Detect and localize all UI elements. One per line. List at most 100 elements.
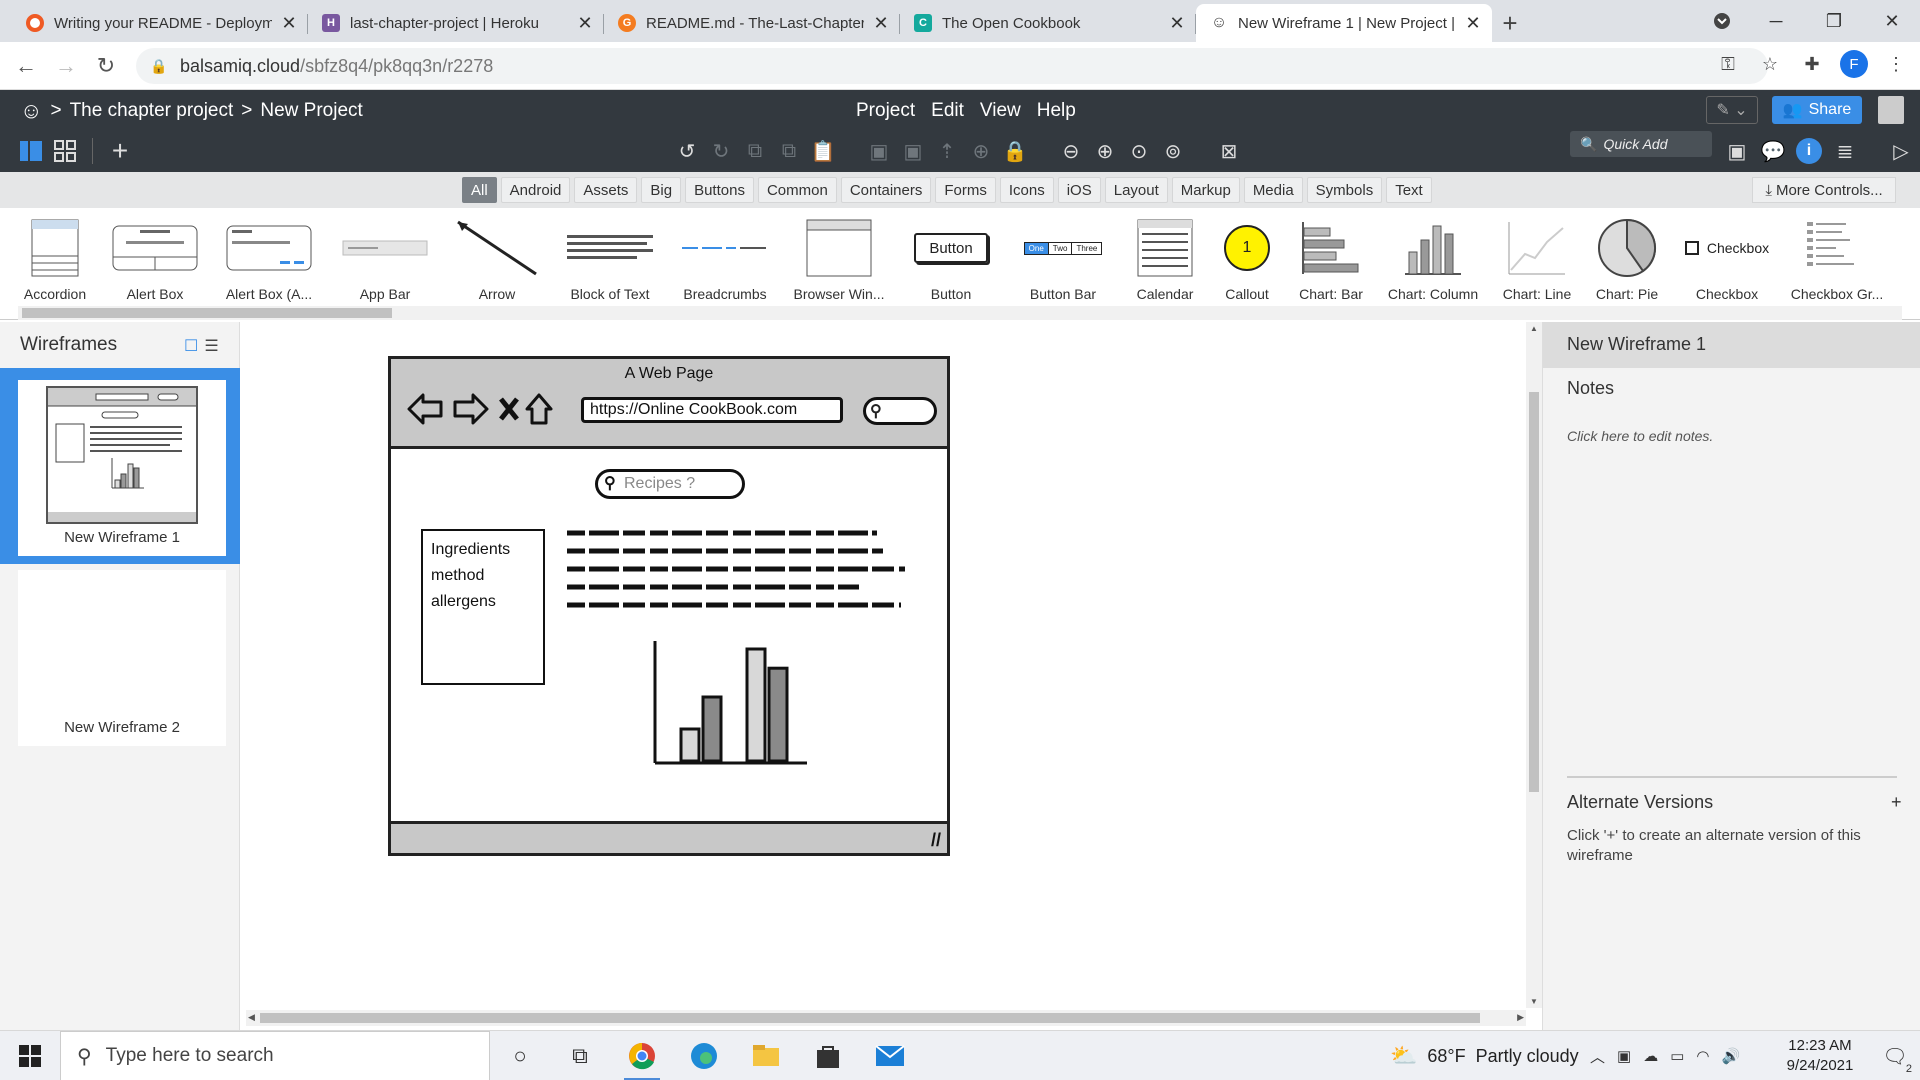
taskbar-clock[interactable]: 12:23 AM 9/24/2021	[1770, 1036, 1870, 1076]
canvas-horizontal-scrollbar[interactable]: ◀ ▶	[246, 1010, 1526, 1026]
library-item-chart-bar[interactable]: Chart: Bar	[1276, 214, 1386, 302]
file-explorer-icon[interactable]	[738, 1031, 794, 1080]
mail-icon[interactable]	[862, 1031, 918, 1080]
browser-tab[interactable]: H last-chapter-project | Heroku ✕	[308, 4, 604, 42]
canvas-vertical-scroll-thumb[interactable]	[1529, 392, 1539, 792]
library-item-accordion[interactable]: Accordion	[0, 214, 110, 302]
group-icon[interactable]: ▣	[866, 138, 892, 164]
library-item-arrow[interactable]: Arrow	[442, 214, 552, 302]
share-button[interactable]: 👥 Share	[1772, 96, 1862, 124]
category-buttons[interactable]: Buttons	[685, 177, 754, 203]
library-item-browser-window[interactable]: Browser Win...	[784, 214, 894, 302]
key-icon[interactable]: ⚿	[1714, 50, 1742, 78]
delete-icon[interactable]: ⊠	[1216, 138, 1242, 164]
category-forms[interactable]: Forms	[935, 177, 996, 203]
wireframe-thumb-2[interactable]: New Wireframe 2	[0, 566, 240, 762]
wifi-icon[interactable]: ◠	[1696, 1047, 1709, 1065]
close-tab-icon[interactable]: ✕	[280, 13, 298, 34]
menu-project[interactable]: Project	[856, 100, 915, 122]
library-item-button-bar[interactable]: One Two Three Button Bar	[1008, 214, 1118, 302]
breadcrumb-page[interactable]: New Project	[260, 100, 362, 122]
category-android[interactable]: Android	[500, 177, 571, 203]
info-icon[interactable]: i	[1796, 138, 1822, 164]
profile-avatar[interactable]: F	[1840, 50, 1868, 78]
browser-tab[interactable]: C The Open Cookbook ✕	[900, 4, 1196, 42]
close-tab-icon[interactable]: ✕	[1464, 13, 1482, 34]
edge-icon[interactable]	[676, 1031, 732, 1080]
library-item-checkbox[interactable]: Checkbox Checkbox	[1672, 214, 1782, 302]
meet-now-icon[interactable]: ▣	[1617, 1047, 1631, 1065]
menu-help[interactable]: Help	[1037, 100, 1076, 122]
bring-front-icon[interactable]: ⇡	[934, 138, 960, 164]
zoom-actual-icon[interactable]: ⊙	[1126, 138, 1152, 164]
library-item-alert-box-alt[interactable]: Alert Box (A...	[214, 214, 324, 302]
duplicate-icon[interactable]: ⧉	[776, 138, 802, 164]
paste-icon[interactable]: 📋	[810, 138, 836, 164]
new-tab-button[interactable]: +	[1492, 4, 1528, 42]
align-icon[interactable]: ⊕	[968, 138, 994, 164]
zoom-out-icon[interactable]: ⊖	[1058, 138, 1084, 164]
category-symbols[interactable]: Symbols	[1306, 177, 1383, 203]
wireframe-thumb-1[interactable]: New Wireframe 1	[0, 368, 240, 564]
library-scroll-thumb[interactable]	[22, 308, 392, 318]
zoom-fit-icon[interactable]: ⊚	[1160, 138, 1186, 164]
balsamiq-logo-icon[interactable]: ☺	[20, 98, 42, 124]
browser-menu-icon[interactable]: ⋮	[1882, 50, 1910, 78]
menu-view[interactable]: View	[980, 100, 1021, 122]
redo-icon[interactable]: ↻	[708, 138, 734, 164]
browser-tab[interactable]: Writing your README - Deploym ✕	[12, 4, 308, 42]
onedrive-icon[interactable]: ☁	[1643, 1047, 1658, 1065]
library-scrollbar[interactable]	[18, 306, 1902, 320]
volume-icon[interactable]: 🔊	[1721, 1047, 1740, 1065]
extensions-icon[interactable]: ✚	[1798, 50, 1826, 78]
comments-icon[interactable]: 💬	[1760, 138, 1786, 164]
presentation-icon[interactable]: ▷	[1888, 138, 1914, 164]
canvas-vertical-scrollbar[interactable]: ▲ ▼	[1526, 322, 1542, 1008]
task-view-icon[interactable]: ⧉	[552, 1031, 608, 1080]
close-window-icon[interactable]: ✕	[1864, 0, 1920, 42]
scroll-up-icon[interactable]: ▲	[1530, 324, 1538, 333]
library-item-app-bar[interactable]: App Bar	[330, 214, 440, 302]
category-big[interactable]: Big	[641, 177, 682, 203]
notes-list-icon[interactable]: ≣	[1832, 138, 1858, 164]
category-all[interactable]: All	[462, 177, 497, 203]
taskbar-search-field[interactable]: ⚲ Type here to search	[60, 1031, 490, 1080]
more-controls-button[interactable]: ⤓ More Controls...	[1752, 177, 1896, 203]
undo-icon[interactable]: ↺	[674, 138, 700, 164]
zoom-in-icon[interactable]: ⊕	[1092, 138, 1118, 164]
wireframe-browser-window[interactable]: A Web Page https://Online CookBook.com ⚲…	[388, 356, 950, 856]
back-icon[interactable]: ←	[6, 46, 46, 86]
close-tab-icon[interactable]: ✕	[576, 13, 594, 34]
bookmark-star-icon[interactable]: ☆	[1756, 50, 1784, 78]
lock-element-icon[interactable]: 🔒	[1002, 138, 1028, 164]
ungroup-icon[interactable]: ▣	[900, 138, 926, 164]
library-item-alert-box[interactable]: Alert Box	[100, 214, 210, 302]
scroll-left-icon[interactable]: ◀	[248, 1012, 255, 1023]
panel-menu-icon[interactable]: ☰	[204, 336, 218, 356]
close-tab-icon[interactable]: ✕	[1168, 13, 1186, 34]
edit-mode-button[interactable]: ✎ ⌄	[1706, 96, 1758, 124]
browser-tab-active[interactable]: ☺ New Wireframe 1 | New Project | ✕	[1196, 4, 1492, 42]
category-ios[interactable]: iOS	[1057, 177, 1101, 203]
chrome-icon[interactable]	[614, 1031, 670, 1080]
library-item-chart-column[interactable]: Chart: Column	[1378, 214, 1488, 302]
windows-start-icon[interactable]	[0, 1031, 60, 1080]
forward-icon[interactable]: →	[46, 46, 86, 86]
category-containers[interactable]: Containers	[840, 177, 932, 203]
canvas-horizontal-scroll-thumb[interactable]	[260, 1013, 1480, 1023]
scroll-down-icon[interactable]: ▼	[1530, 997, 1538, 1006]
quick-add-input[interactable]: 🔍 Quick Add	[1570, 131, 1712, 157]
notifications-icon[interactable]: 🗨 2	[1870, 1031, 1920, 1080]
scroll-right-icon[interactable]: ▶	[1517, 1012, 1524, 1023]
maximize-icon[interactable]: ❐	[1806, 0, 1862, 42]
category-layout[interactable]: Layout	[1104, 177, 1168, 203]
minimize-icon[interactable]: ─	[1748, 0, 1804, 42]
cortana-icon[interactable]: ○	[492, 1031, 548, 1080]
browser-tab[interactable]: G README.md - The-Last-Chapter ✕	[604, 4, 900, 42]
library-item-breadcrumbs[interactable]: Breadcrumbs	[670, 214, 780, 302]
category-assets[interactable]: Assets	[574, 177, 638, 203]
category-common[interactable]: Common	[757, 177, 837, 203]
category-text[interactable]: Text	[1386, 177, 1432, 203]
store-icon[interactable]	[800, 1031, 856, 1080]
add-alternate-version-button[interactable]: +	[1891, 792, 1902, 813]
